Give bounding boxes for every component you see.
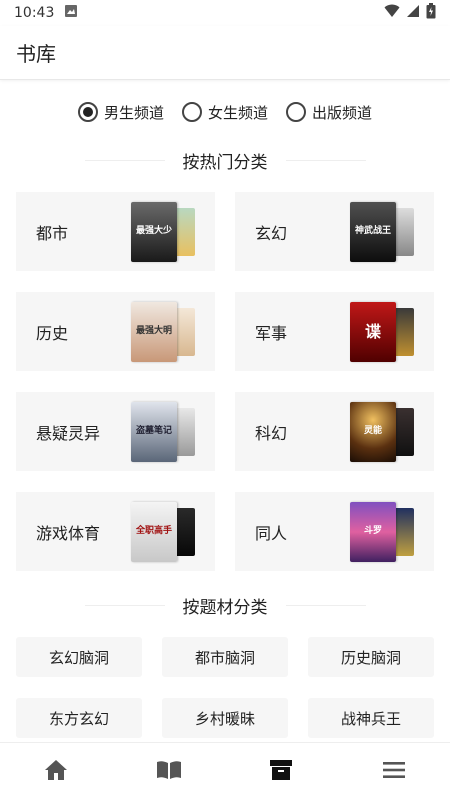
status-time: 10:43: [14, 5, 55, 21]
page-title: 书库: [16, 42, 56, 66]
category-name: 悬疑灵异: [36, 423, 101, 443]
category-name: 玄幻: [255, 223, 288, 243]
theme-item[interactable]: 玄幻脑洞: [16, 637, 142, 677]
radio-unselected-icon[interactable]: [181, 102, 202, 122]
book-open-icon[interactable]: [156, 760, 182, 784]
theme-item[interactable]: 历史脑洞: [308, 637, 434, 677]
cover-title: 斗罗: [363, 526, 382, 537]
book-cover: 盗墓笔记: [131, 402, 177, 462]
nav-menu[interactable]: [338, 743, 450, 800]
category-card-youxi[interactable]: 游戏体育 全职高手: [16, 492, 215, 571]
divider: [285, 604, 366, 606]
book-covers: 全职高手: [131, 502, 195, 562]
signal-icon: [406, 4, 420, 22]
cover-title: 盗墓笔记: [135, 426, 172, 437]
category-card-tongren[interactable]: 同人 斗罗: [235, 492, 434, 571]
book-cover: 神武战王: [350, 202, 396, 262]
book-cover: [175, 508, 195, 556]
book-cover: [394, 308, 414, 356]
category-name: 都市: [36, 223, 69, 243]
app-bar: 书库: [0, 26, 450, 80]
book-cover: 谍: [350, 302, 396, 362]
channel-female[interactable]: 女生频道: [181, 98, 268, 126]
book-covers: 最强大明: [131, 302, 195, 362]
category-card-dushi[interactable]: 都市 最强大少: [16, 192, 215, 271]
bottom-nav: [0, 742, 450, 800]
divider: [84, 604, 165, 606]
category-name: 游戏体育: [36, 523, 101, 543]
cover-title: 最强大少: [135, 226, 172, 237]
book-covers: 盗墓笔记: [131, 402, 195, 462]
menu-icon[interactable]: [382, 761, 405, 783]
channel-label: 女生频道: [207, 103, 268, 122]
book-cover: 斗罗: [350, 502, 396, 562]
channel-label: 男生频道: [103, 103, 164, 122]
nav-bookshelf[interactable]: [113, 743, 226, 800]
book-cover: 全职高手: [131, 502, 177, 562]
theme-category-grid: 玄幻脑洞 都市脑洞 历史脑洞 东方玄幻 乡村暖昧 战神兵王: [16, 637, 434, 738]
book-cover: [175, 408, 195, 456]
theme-item[interactable]: 乡村暖昧: [162, 698, 288, 738]
book-cover: 最强大少: [131, 202, 177, 262]
cover-title: 灵能: [363, 426, 382, 437]
channel-publish[interactable]: 出版频道: [286, 98, 372, 126]
theme-section-header: 按题材分类: [0, 593, 450, 618]
category-name: 军事: [255, 323, 288, 343]
cover-title: 最强大明: [135, 326, 172, 337]
hot-category-grid: 都市 最强大少 玄幻 神武战王 历史 最强大明 军事 谍 悬疑灵异 盗墓笔记 科…: [16, 192, 434, 571]
book-cover: [175, 308, 195, 356]
home-icon[interactable]: [44, 759, 68, 785]
cover-title: 谍: [364, 322, 381, 342]
status-bar: 10:43: [0, 0, 450, 26]
channel-label: 出版频道: [312, 103, 373, 122]
book-covers: 灵能: [350, 402, 414, 462]
section-title: 按题材分类: [182, 597, 268, 618]
book-cover: 最强大明: [131, 302, 177, 362]
cover-title: 神武战王: [354, 226, 391, 237]
radio-selected-icon[interactable]: [77, 102, 98, 122]
book-cover: [394, 508, 414, 556]
radio-unselected-icon[interactable]: [286, 102, 306, 122]
section-title: 按热门分类: [182, 152, 268, 173]
divider: [285, 159, 366, 161]
category-name: 科幻: [255, 423, 288, 443]
theme-item[interactable]: 东方玄幻: [16, 698, 142, 738]
wifi-icon: [384, 4, 400, 22]
theme-item[interactable]: 都市脑洞: [162, 637, 288, 677]
book-covers: 最强大少: [131, 202, 195, 262]
book-covers: 神武战王: [350, 202, 414, 262]
theme-item[interactable]: 战神兵王: [308, 698, 434, 738]
category-name: 同人: [255, 523, 288, 543]
cover-title: 全职高手: [135, 526, 172, 537]
book-covers: 谍: [350, 302, 414, 362]
category-name: 历史: [36, 323, 69, 343]
book-cover: [394, 408, 414, 456]
battery-icon: [426, 3, 436, 23]
category-card-lishi[interactable]: 历史 最强大明: [16, 292, 215, 371]
divider: [84, 159, 165, 161]
hot-section-header: 按热门分类: [0, 148, 450, 173]
book-cover: [175, 208, 195, 256]
channel-male[interactable]: 男生频道: [77, 98, 164, 126]
book-covers: 斗罗: [350, 502, 414, 562]
nav-library[interactable]: [225, 743, 338, 800]
nav-home[interactable]: [0, 743, 113, 800]
book-cover: 灵能: [350, 402, 396, 462]
channel-selector: 男生频道 女生频道 出版频道: [0, 98, 450, 126]
book-cover: [394, 208, 414, 256]
archive-icon[interactable]: [269, 759, 293, 785]
category-card-xuanyi[interactable]: 悬疑灵异 盗墓笔记: [16, 392, 215, 471]
category-card-xuanhuan[interactable]: 玄幻 神武战王: [235, 192, 434, 271]
category-card-junshi[interactable]: 军事 谍: [235, 292, 434, 371]
category-card-kehuan[interactable]: 科幻 灵能: [235, 392, 434, 471]
image-notification-icon: [64, 4, 78, 22]
